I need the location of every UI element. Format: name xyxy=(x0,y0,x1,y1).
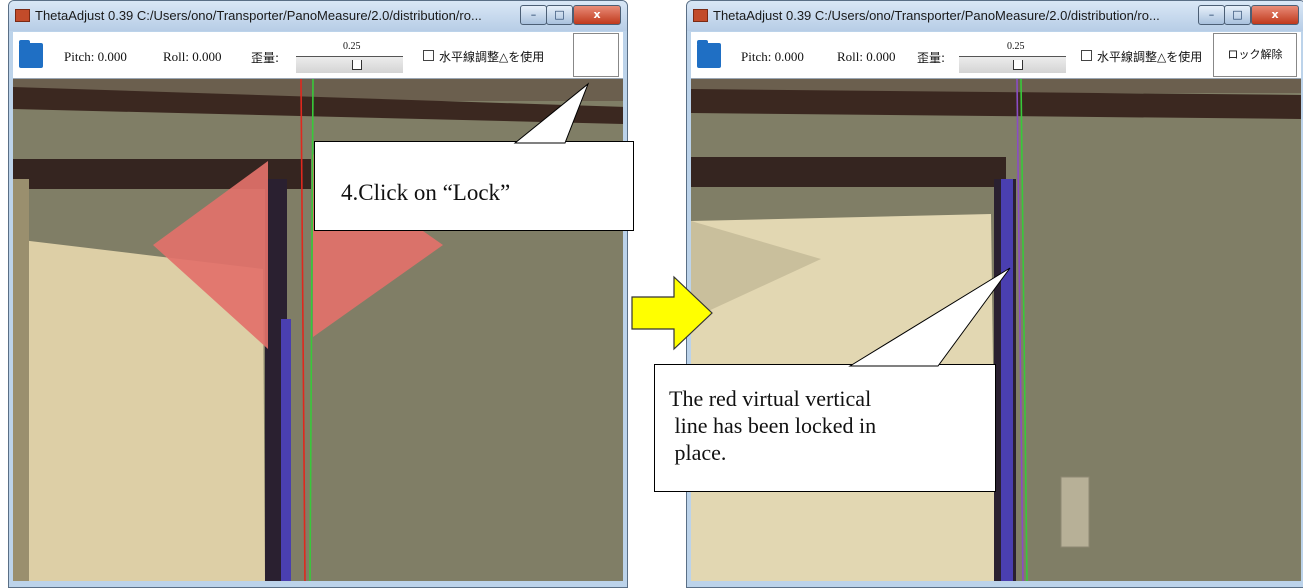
callout-pointer-right xyxy=(848,267,1011,367)
